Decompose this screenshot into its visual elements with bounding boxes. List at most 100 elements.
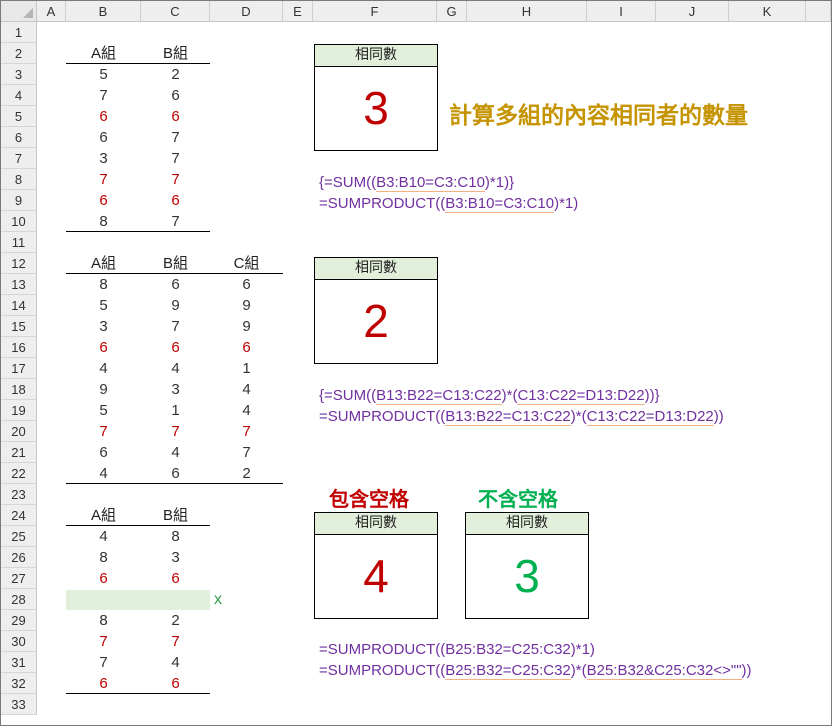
table-cell[interactable]: 3	[66, 148, 141, 169]
table-cell[interactable]: 8	[66, 547, 141, 568]
result-box-2[interactable]: 相同數 2	[314, 257, 438, 364]
column-header[interactable]: C	[141, 1, 210, 22]
row-header[interactable]: 22	[1, 463, 37, 484]
column-header[interactable]: J	[656, 1, 729, 22]
row-header[interactable]: 30	[1, 631, 37, 652]
table-cell[interactable]: 1	[141, 400, 210, 421]
row-header[interactable]: 5	[1, 106, 37, 127]
table-cell[interactable]: 4	[210, 379, 283, 400]
table-header-cell[interactable]: B組	[141, 505, 210, 526]
table-cell[interactable]: 6	[66, 442, 141, 463]
row-header[interactable]: 14	[1, 295, 37, 316]
row-header[interactable]: 26	[1, 547, 37, 568]
table-cell[interactable]: 2	[141, 610, 210, 631]
table-cell[interactable]: 5	[66, 295, 141, 316]
row-header[interactable]: 32	[1, 673, 37, 694]
table-cell[interactable]: 8	[66, 211, 141, 232]
row-header[interactable]: 28	[1, 589, 37, 610]
formula-2[interactable]: =SUMPRODUCT((B3:B10=C3:C10)*1)	[319, 193, 578, 214]
table-cell[interactable]: 8	[66, 610, 141, 631]
table-cell[interactable]: 7	[141, 148, 210, 169]
table-cell[interactable]: 4	[141, 358, 210, 379]
row-header[interactable]: 19	[1, 400, 37, 421]
table-cell[interactable]: 9	[210, 295, 283, 316]
row-header[interactable]: 27	[1, 568, 37, 589]
table-cell[interactable]: 7	[141, 631, 210, 652]
table-cell[interactable]: 6	[66, 190, 141, 211]
row-header[interactable]: 13	[1, 274, 37, 295]
table-cell[interactable]: 4	[141, 652, 210, 673]
table-cell[interactable]: 6	[141, 568, 210, 589]
table-cell[interactable]: 4	[66, 526, 141, 547]
table-cell[interactable]: 7	[141, 421, 210, 442]
table-cell[interactable]: 6	[141, 106, 210, 127]
row-header[interactable]: 33	[1, 694, 37, 715]
row-header[interactable]: 9	[1, 190, 37, 211]
formula-5[interactable]: =SUMPRODUCT((B25:B32=C25:C32)*1)	[319, 639, 595, 660]
table-header-cell[interactable]: A組	[66, 505, 141, 526]
table-cell[interactable]: 8	[66, 274, 141, 295]
result-box-3[interactable]: 相同數 4	[314, 512, 438, 619]
row-header[interactable]: 20	[1, 421, 37, 442]
table-cell[interactable]: 3	[141, 547, 210, 568]
row-header[interactable]: 12	[1, 253, 37, 274]
table-cell[interactable]: 2	[141, 64, 210, 85]
table-cell[interactable]: 7	[66, 169, 141, 190]
column-header[interactable]: F	[313, 1, 437, 22]
row-header[interactable]: 11	[1, 232, 37, 253]
table-cell[interactable]: 7	[141, 169, 210, 190]
row-header[interactable]: 18	[1, 379, 37, 400]
table-header-cell[interactable]: C組	[210, 253, 283, 274]
table-cell[interactable]: 9	[141, 295, 210, 316]
table-cell[interactable]: 2	[210, 463, 283, 484]
formula-1[interactable]: {=SUM((B3:B10=C3:C10)*1)}	[319, 172, 514, 193]
table-cell[interactable]: 5	[66, 400, 141, 421]
table-cell[interactable]: 3	[66, 316, 141, 337]
table-cell[interactable]: 6	[141, 85, 210, 106]
row-header[interactable]: 8	[1, 169, 37, 190]
table-cell[interactable]: 3	[141, 379, 210, 400]
table-cell[interactable]: 1	[210, 358, 283, 379]
row-header[interactable]: 4	[1, 85, 37, 106]
row-header[interactable]: 2	[1, 43, 37, 64]
row-header[interactable]: 10	[1, 211, 37, 232]
table-cell[interactable]: 6	[66, 106, 141, 127]
row-header[interactable]: 17	[1, 358, 37, 379]
row-header[interactable]: 3	[1, 64, 37, 85]
table-cell[interactable]: 6	[141, 274, 210, 295]
table-header-cell[interactable]: A組	[66, 43, 141, 64]
formula-6[interactable]: =SUMPRODUCT((B25:B32=C25:C32)*(B25:B32&C…	[319, 660, 752, 681]
column-header[interactable]: E	[283, 1, 313, 22]
table-cell[interactable]: 6	[66, 127, 141, 148]
column-header[interactable]: I	[587, 1, 656, 22]
table-cell[interactable]: 6	[141, 673, 210, 694]
row-header[interactable]: 15	[1, 316, 37, 337]
table-cell[interactable]: 9	[66, 379, 141, 400]
row-header[interactable]: 24	[1, 505, 37, 526]
row-header[interactable]: 1	[1, 22, 37, 43]
table-cell[interactable]: 6	[210, 337, 283, 358]
table-cell[interactable]: 6	[141, 463, 210, 484]
table-cell[interactable]: 6	[141, 337, 210, 358]
table-cell[interactable]: 9	[210, 316, 283, 337]
formula-3[interactable]: {=SUM((B13:B22=C13:C22)*(C13:C22=D13:D22…	[319, 385, 660, 406]
table-cell[interactable]: 4	[141, 442, 210, 463]
table-cell[interactable]: 6	[66, 568, 141, 589]
table-cell[interactable]: 7	[66, 85, 141, 106]
table-cell[interactable]: 6	[66, 337, 141, 358]
table-cell[interactable]: 7	[210, 421, 283, 442]
select-all-corner[interactable]	[1, 1, 37, 22]
result-box-1[interactable]: 相同數 3	[314, 44, 438, 151]
table-cell[interactable]: 7	[141, 316, 210, 337]
column-header[interactable]: D	[210, 1, 283, 22]
table-header-cell[interactable]: B組	[141, 253, 210, 274]
table-cell[interactable]: 7	[66, 652, 141, 673]
column-header[interactable]: K	[729, 1, 806, 22]
table-cell[interactable]: 4	[210, 400, 283, 421]
table-header-cell[interactable]: A組	[66, 253, 141, 274]
table-cell[interactable]: 6	[66, 673, 141, 694]
row-header[interactable]: 6	[1, 127, 37, 148]
table-cell[interactable]: 7	[66, 421, 141, 442]
column-header[interactable]: A	[37, 1, 66, 22]
row-header[interactable]: 21	[1, 442, 37, 463]
